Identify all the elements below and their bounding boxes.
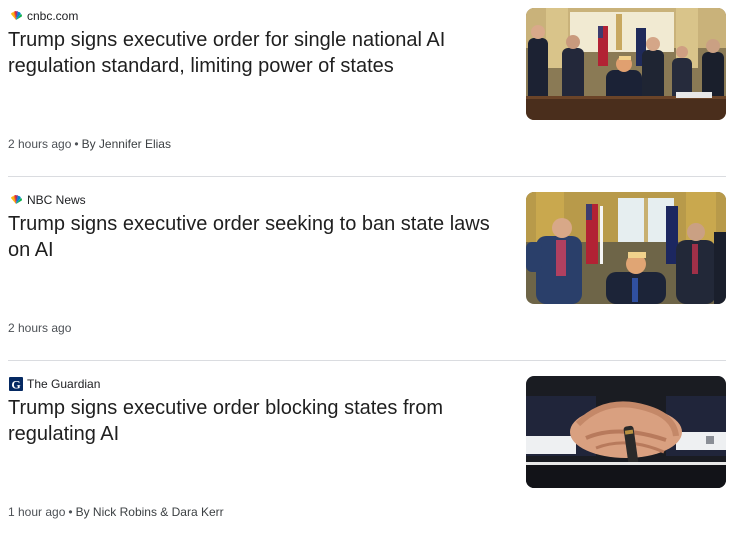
article-meta: 2 hours ago	[8, 321, 71, 335]
source-name: cnbc.com	[27, 9, 79, 23]
svg-text:G: G	[11, 378, 20, 392]
article-meta: 1 hour ago • By Nick Robins & Dara Kerr	[8, 505, 224, 519]
article-author: By Jennifer Elias	[81, 137, 171, 151]
article-time: 2 hours ago	[8, 137, 72, 151]
source-name: The Guardian	[27, 377, 101, 391]
article-source[interactable]: NBC News	[9, 192, 86, 208]
article-headline[interactable]: Trump signs executive order for single n…	[8, 27, 508, 79]
article-headline[interactable]: Trump signs executive order blocking sta…	[8, 395, 508, 447]
article-divider	[8, 176, 726, 177]
article-time: 2 hours ago	[8, 321, 72, 335]
news-feed: cnbc.com Trump signs executive order for…	[0, 0, 739, 541]
article-meta: 2 hours ago • By Jennifer Elias	[8, 137, 171, 151]
article-card[interactable]: G The Guardian Trump signs executive ord…	[0, 368, 739, 541]
article-card[interactable]: NBC News Trump signs executive order see…	[0, 184, 739, 368]
article-headline[interactable]: Trump signs executive order seeking to b…	[8, 211, 508, 263]
clasped-hands-photo[interactable]	[526, 376, 726, 488]
article-divider	[8, 360, 726, 361]
oval-office-speaker-photo[interactable]	[526, 192, 726, 304]
meta-separator: •	[74, 137, 79, 151]
article-time: 1 hour ago	[8, 505, 66, 519]
source-name: NBC News	[27, 193, 86, 207]
article-source[interactable]: G The Guardian	[9, 376, 100, 392]
nbc-peacock-icon	[9, 9, 23, 23]
meta-separator: •	[68, 505, 73, 519]
guardian-g-icon: G	[9, 377, 23, 392]
nbc-peacock-icon	[9, 193, 23, 207]
oval-office-signing-photo[interactable]	[526, 8, 726, 120]
article-author: By Nick Robins & Dara Kerr	[75, 505, 224, 519]
article-source[interactable]: cnbc.com	[9, 8, 78, 24]
article-card[interactable]: cnbc.com Trump signs executive order for…	[0, 0, 739, 184]
